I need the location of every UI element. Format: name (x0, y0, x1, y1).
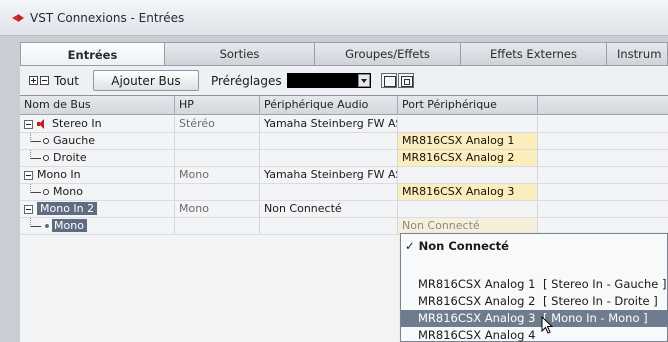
table-row[interactable]: Mono In 2 Mono Non Connecté (20, 201, 668, 218)
menu-item-label: Non Connecté (418, 239, 509, 253)
speaker-icon (37, 119, 47, 129)
chevron-down-icon (357, 74, 370, 87)
channel-name-cell: Gauche (20, 133, 175, 149)
channel-name-cell: Mono (20, 218, 175, 234)
channel-name-cell: Mono (20, 184, 175, 200)
collapse-icon[interactable] (24, 204, 33, 214)
menu-item-label: MR816CSX Analog 4 (418, 328, 536, 342)
presets-dropdown[interactable] (286, 73, 371, 88)
collapse-icon[interactable] (24, 170, 33, 180)
hp-cell: Mono (175, 167, 260, 183)
channel-name: Mono (54, 219, 84, 232)
device-cell[interactable]: Yamaha Steinberg FW AS (260, 167, 398, 183)
steinberg-logo-icon (11, 11, 25, 25)
channel-name: Gauche (53, 134, 96, 147)
tab-instruments[interactable]: Instrum (607, 42, 668, 65)
port-cell[interactable]: MR816CSX Analog 1 (398, 133, 538, 149)
tree-line-icon (28, 150, 50, 163)
port-dropdown-menu: ✓ Non Connecté MR816CSX Analog 1 [ Stereo… (400, 233, 668, 342)
port-cell[interactable]: MR816CSX Analog 2 (398, 150, 538, 166)
bus-name-cell[interactable]: Mono In 2 (20, 201, 175, 217)
menu-item-tag: [ Mono In - Mono ] (543, 311, 648, 325)
menu-item-port-highlighted[interactable]: MR816CSX Analog 3 [ Mono In - Mono ] (401, 310, 668, 327)
col-audio-device[interactable]: Périphérique Audio (260, 96, 398, 115)
channel-name: Droite (53, 151, 87, 164)
menu-item-label: MR816CSX Analog 3 (418, 311, 536, 325)
tab-entrees[interactable]: Entrées (20, 42, 165, 66)
port-cell[interactable]: Non Connecté (398, 218, 538, 234)
expand-all-label: Tout (54, 73, 79, 88)
table-row[interactable]: Mono In Mono Yamaha Steinberg FW AS (20, 167, 668, 184)
menu-item-label: MR816CSX Analog 2 (418, 294, 536, 308)
table-row[interactable]: Mono MR816CSX Analog 3 (20, 184, 668, 201)
hp-cell: Mono (175, 201, 260, 217)
col-hp[interactable]: HP (175, 96, 260, 115)
add-bus-button[interactable]: Ajouter Bus (92, 70, 199, 91)
bus-name: Stereo In (52, 117, 102, 130)
mouse-cursor-icon (541, 316, 553, 334)
collapse-icon[interactable] (24, 119, 33, 129)
bus-name-cell[interactable]: Stereo In (20, 116, 175, 132)
window-title: VST Connexions - Entrées (30, 10, 185, 25)
menu-item-port[interactable]: MR816CSX Analog 2 [ Stereo In - Droite ] (401, 293, 668, 310)
menu-item-port[interactable]: MR816CSX Analog 1 [ Stereo In - Gauche ] (401, 276, 668, 293)
col-bus-name[interactable]: Nom de Bus (20, 96, 175, 115)
table-row[interactable]: Gauche MR816CSX Analog 1 (20, 133, 668, 150)
hp-cell: Stéréo (175, 116, 260, 132)
menu-item-port[interactable]: MR816CSX Analog 4 (401, 327, 668, 342)
menu-item-tag: [ Stereo In - Droite ] (543, 294, 658, 308)
channel-name: Mono (53, 185, 83, 198)
table-row[interactable]: Droite MR816CSX Analog 2 (20, 150, 668, 167)
tab-effets-externes[interactable]: Effets Externes (461, 42, 607, 65)
table-row[interactable]: Stereo In Stéréo Yamaha Steinberg FW AS (20, 116, 668, 133)
table-header: Nom de Bus HP Périphérique Audio Port Pé… (20, 96, 668, 115)
device-cell[interactable]: Non Connecté (260, 201, 398, 217)
collapse-all-icon[interactable] (40, 76, 49, 85)
title-bar: VST Connexions - Entrées (0, 0, 668, 36)
presets-label: Préréglages (210, 73, 282, 88)
tab-groupes-effets[interactable]: Groupes/Effets (315, 42, 461, 65)
menu-item-label: MR816CSX Analog 1 (418, 277, 536, 291)
tree-line-icon (28, 218, 50, 231)
menu-item-tag: [ Stereo In - Gauche ] (543, 277, 667, 291)
bus-name-selected[interactable]: Mono In 2 (37, 202, 98, 215)
expand-all-icon[interactable] (29, 76, 38, 85)
bus-name-cell[interactable]: Mono In (20, 167, 175, 183)
port-cell[interactable]: MR816CSX Analog 3 (398, 184, 538, 200)
remove-preset-icon[interactable] (397, 73, 414, 88)
store-preset-icon[interactable] (380, 73, 397, 88)
tree-line-icon (28, 133, 50, 146)
device-cell[interactable]: Yamaha Steinberg FW AS (260, 116, 398, 132)
port-cell (398, 116, 538, 132)
tree-line-icon (28, 184, 50, 197)
tab-bar: Entrées Sorties Groupes/Effets Effets Ex… (20, 42, 668, 66)
tab-sorties[interactable]: Sorties (165, 42, 315, 65)
bus-name: Mono In (37, 168, 81, 181)
channel-name-selected[interactable]: Mono (44, 219, 87, 232)
menu-item-not-connected[interactable]: ✓ Non Connecté (401, 238, 668, 255)
channel-name-cell: Droite (20, 150, 175, 166)
toolbar: Tout Ajouter Bus Préréglages (20, 65, 668, 95)
col-extra (538, 96, 668, 115)
col-device-port[interactable]: Port Périphérique (398, 96, 538, 115)
check-icon: ✓ (405, 239, 419, 253)
